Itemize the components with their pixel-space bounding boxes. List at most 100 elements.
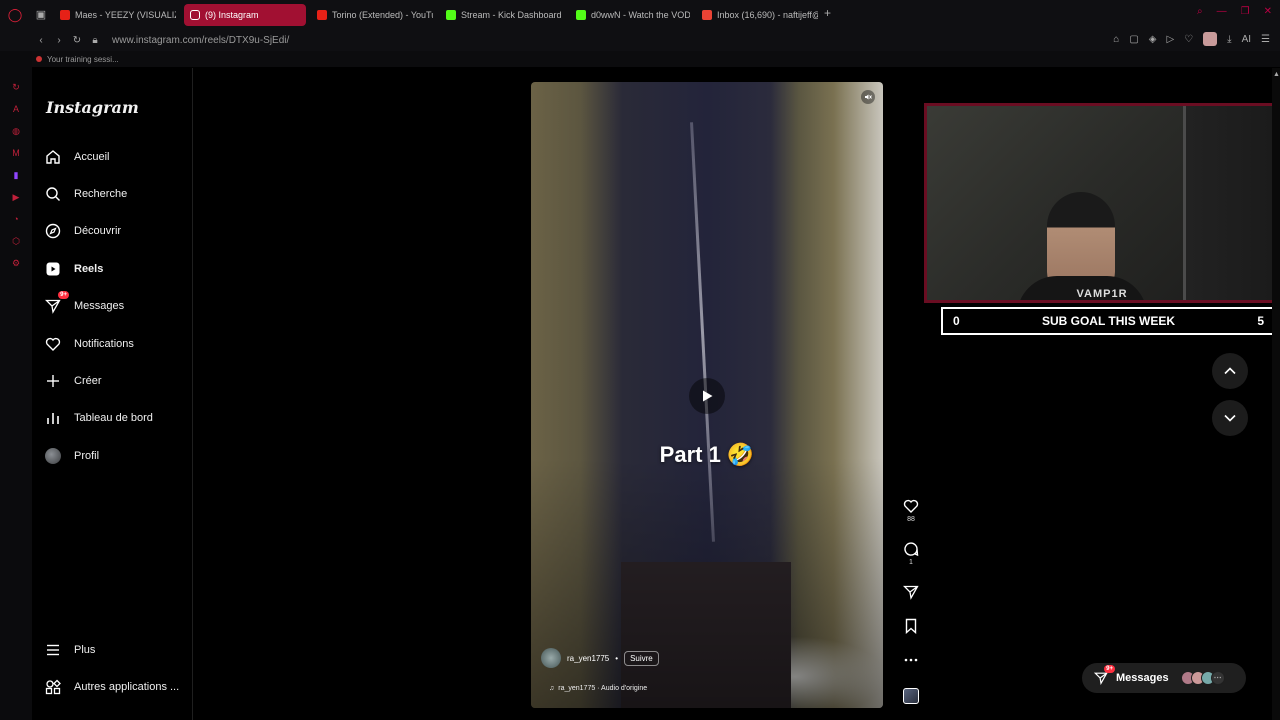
tab-label: Torino (Extended) - YouTu [332,10,433,20]
sidebar-history-icon[interactable]: ◔ [10,213,22,225]
sidebar-refresh-icon[interactable]: ↻ [10,81,22,93]
scroll-up-icon[interactable]: ▲ [1273,71,1280,78]
nav-label: Messages [74,300,125,312]
lock-icon[interactable]: 🔒︎ [86,35,104,46]
like-action[interactable]: 88 [900,498,922,523]
sidebar-extensions-icon[interactable]: ⬡ [10,235,22,247]
share-icon [903,585,919,600]
aria-ai-button[interactable]: AI [1242,34,1251,45]
nav-item-more[interactable]: Plus [44,636,95,664]
notification-badge: 9+ [58,291,69,299]
share-action[interactable] [900,584,922,600]
sub-goal-label: SUB GOAL THIS WEEK [1041,314,1176,328]
address-bar-tools: ⌂ ▢ ◈ ▷ ♡ ⤓ AI ☰ [1113,32,1270,46]
nav-item-messages[interactable]: 9+ Messages [44,291,125,320]
sidebar-mail-icon[interactable]: M [10,147,22,159]
sidebar-player-icon[interactable]: ▶ [10,191,22,203]
separator-dot: • [615,653,619,663]
url-field[interactable]: www.instagram.com/reels/DTX9u-SjEdi/ [112,35,289,46]
messenger-icon: 9+ [1094,665,1115,685]
bookmark-icon[interactable]: ⌂ [1113,34,1119,45]
nav-label: Plus [74,644,96,656]
browser-tab[interactable]: Inbox (16,690) - naftijeff@ [696,4,818,26]
nav-label: Reels [74,263,104,275]
page-scrollbar[interactable]: ▲ [1272,68,1280,720]
dashboard-icon [44,409,62,427]
tab-label: Maes - YEEZY (VISUALIZE [75,10,176,20]
menu-icon[interactable]: ☰ [1261,34,1270,45]
nav-item-reels[interactable]: Reels [44,255,103,283]
heart-icon [44,335,62,353]
tab-label: d0wwN - Watch the VOD [591,10,690,20]
sidebar-twitch-icon[interactable]: ▮ [10,169,22,181]
nav-item-create[interactable]: Créer [44,367,102,395]
tab-label: Stream - Kick Dashboard [461,10,562,20]
audio-label: ra_yen1775 · Audio d'origine [558,685,648,692]
messages-pill[interactable]: 9+ Messages ⋯ [1082,663,1246,693]
sidebar-settings-icon[interactable]: ⚙ [10,257,22,269]
nav-item-profile[interactable]: Profil [44,442,99,470]
plus-icon [44,372,62,390]
player-icon[interactable]: ▷ [1166,34,1174,45]
snapshot-icon[interactable]: ▢ [1129,34,1138,45]
sub-goal-bar: 0 SUB GOAL THIS WEEK 5 [941,307,1276,335]
sidebar-messenger-icon[interactable]: ◍ [10,125,22,137]
nav-label: Autres applications ... [74,681,180,693]
audio-thumbnail[interactable] [903,688,919,704]
previous-reel-button[interactable] [1212,353,1248,389]
nav-label: Tableau de bord [74,412,153,424]
notice-icon [36,56,42,62]
browser-tab[interactable]: Torino (Extended) - YouTu [311,4,433,26]
author-username[interactable]: ra_yen1775 [567,654,609,663]
nav-item-explore[interactable]: Découvrir [44,217,121,245]
nav-item-other-apps[interactable]: Autres applications ... [44,673,179,701]
browser-tab-active[interactable]: (9) Instagram [184,4,306,26]
mute-button[interactable] [861,90,875,104]
kick-favicon-icon [446,10,456,20]
search-icon [44,185,62,203]
comment-icon [904,542,919,557]
next-reel-button[interactable] [1212,400,1248,436]
messages-pill-label: Messages [1116,672,1169,684]
user-avatar[interactable] [1203,32,1218,46]
shield-icon[interactable]: ◈ [1149,34,1157,45]
follow-button[interactable]: Suivre [624,650,659,666]
reel-audio[interactable]: ♫ ra_yen1775 · Audio d'origine [549,685,647,692]
maximize-icon[interactable]: ❐ [1241,6,1250,17]
chevron-down-icon [1224,414,1236,422]
instagram-logo[interactable]: Instagram [46,98,139,117]
youtube-favicon-icon [60,10,70,20]
back-icon[interactable]: ‹ [32,35,50,46]
opera-logo-icon[interactable]: ◯ [0,0,30,29]
forward-icon[interactable]: › [50,35,68,46]
minimize-icon[interactable]: — [1217,6,1227,17]
browser-tab[interactable]: d0wwN - Watch the VOD [570,4,690,26]
download-icon[interactable]: ⤓ [1227,34,1231,45]
more-options-action[interactable] [900,652,922,668]
info-bar-text[interactable]: Your training sessi... [47,55,119,64]
browser-tab[interactable]: Maes - YEEZY (VISUALIZE [54,4,176,26]
nav-label: Créer [74,375,102,387]
browser-tab[interactable]: Stream - Kick Dashboard [440,4,562,26]
close-icon[interactable]: ✕ [1264,6,1272,17]
tab-overview-icon[interactable]: ▣ [30,0,52,29]
author-avatar[interactable] [541,648,561,668]
nav-item-dashboard[interactable]: Tableau de bord [44,404,153,432]
play-button[interactable] [689,378,725,414]
sidebar-aria-icon[interactable]: A [10,103,22,115]
hamburger-icon [44,641,62,659]
search-tabs-icon[interactable]: ⌕ [1197,6,1203,17]
nav-item-notifications[interactable]: Notifications [44,330,134,358]
new-tab-button[interactable]: + [824,6,831,20]
reel-video[interactable]: Part 1 🤣 ra_yen1775 • Suivre ♫ ra_yen177… [531,82,883,708]
nav-item-home[interactable]: Accueil [44,143,109,171]
nav-label: Accueil [74,151,110,163]
gmail-favicon-icon [702,10,712,20]
nav-item-search[interactable]: Recherche [44,180,127,208]
heart-icon[interactable]: ♡ [1184,34,1193,45]
reload-icon[interactable]: ↻ [68,35,86,46]
save-action[interactable] [900,618,922,634]
nav-label: Découvrir [74,225,122,237]
comment-action[interactable]: 1 [900,541,922,566]
browser-tab-bar: ◯ ▣ Maes - YEEZY (VISUALIZE (9) Instagra… [0,0,1280,29]
